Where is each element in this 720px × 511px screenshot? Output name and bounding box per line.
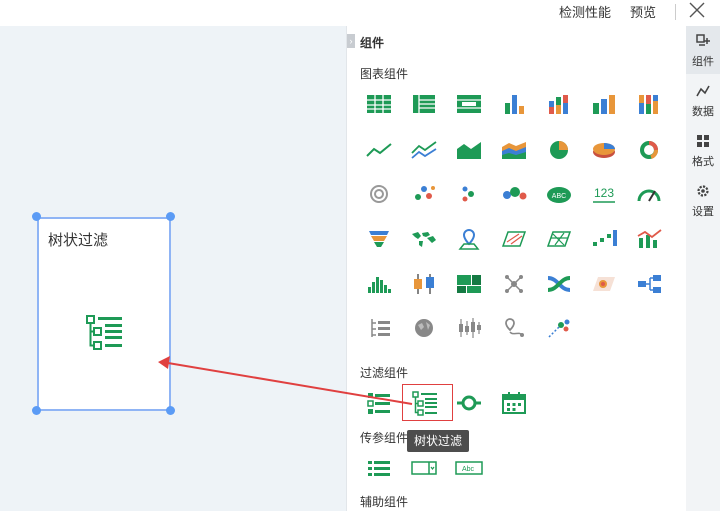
sidebar-item-components[interactable]: 组件 <box>686 26 720 74</box>
globe-icon[interactable] <box>409 313 439 343</box>
3d-bar-icon[interactable] <box>589 89 619 119</box>
sidebar-item-settings[interactable]: 设置 <box>686 176 720 224</box>
sidebar-item-label: 设置 <box>692 206 714 218</box>
tooltip: 树状过滤 <box>407 430 469 452</box>
heat-point-icon[interactable] <box>589 269 619 299</box>
panel-title: 组件 <box>360 36 385 50</box>
check-performance-button[interactable]: 检测性能 <box>559 2 611 21</box>
sidebar-item-format[interactable]: 格式 <box>686 126 720 174</box>
scatter-map-icon[interactable] <box>544 313 574 343</box>
svg-text:ABC: ABC <box>552 193 566 200</box>
resize-handle[interactable] <box>32 406 41 415</box>
top-bar: 检测性能 预览 <box>0 0 720 26</box>
treemap-icon[interactable] <box>454 269 484 299</box>
hierarchy-icon[interactable] <box>634 269 664 299</box>
donut-chart-icon[interactable] <box>634 135 664 165</box>
percent-bar-icon[interactable] <box>634 89 664 119</box>
bubble-chart-icon[interactable] <box>499 179 529 209</box>
chart-section-title: 图表组件 <box>360 67 409 81</box>
location-trail-icon[interactable] <box>499 313 529 343</box>
cross-table-icon[interactable] <box>409 89 439 119</box>
gauge-icon[interactable] <box>634 179 664 209</box>
scatter-icon[interactable] <box>409 179 439 209</box>
3d-pie-icon[interactable] <box>589 135 619 165</box>
combo-chart-icon[interactable] <box>634 224 664 254</box>
multi-line-icon[interactable] <box>409 135 439 165</box>
component-panel: › 组件 图表组件 ABC 123 过滤组件 树状过滤 传参组件 Abc 辅助组… <box>346 26 686 511</box>
date-filter-icon[interactable] <box>499 388 529 418</box>
sidebar-item-label: 格式 <box>692 156 714 168</box>
preview-button[interactable]: 预览 <box>630 2 656 21</box>
number-card-icon[interactable]: 123 <box>589 179 619 209</box>
data-icon <box>696 85 710 97</box>
funnel-icon[interactable] <box>364 224 394 254</box>
selected-component-highlight <box>402 384 453 421</box>
right-sidebar: 组件 数据 格式 设置 <box>686 26 720 511</box>
format-icon <box>697 135 709 147</box>
box-plot-icon[interactable] <box>409 269 439 299</box>
aux-section-title: 辅助组件 <box>360 495 409 509</box>
dropdown-select-icon[interactable] <box>409 453 439 483</box>
list-filter-icon[interactable] <box>364 388 394 418</box>
sidebar-item-label: 数据 <box>692 106 714 118</box>
text-input-icon[interactable]: Abc <box>454 453 484 483</box>
close-icon[interactable] <box>688 1 706 19</box>
sankey-icon[interactable] <box>544 269 574 299</box>
area-chart-icon[interactable] <box>454 135 484 165</box>
line-chart-icon[interactable] <box>364 135 394 165</box>
component-icon <box>696 34 710 46</box>
collapse-panel-toggle[interactable]: › <box>347 34 355 48</box>
world-map-icon[interactable] <box>409 224 439 254</box>
tree-filter-widget[interactable]: 树状过滤 <box>37 217 171 411</box>
divider <box>675 4 676 20</box>
stacked-area-icon[interactable] <box>499 135 529 165</box>
resize-handle[interactable] <box>32 212 41 221</box>
radar-icon[interactable] <box>364 179 394 209</box>
scatter-dots-icon[interactable] <box>454 179 484 209</box>
stacked-bar-icon[interactable] <box>544 89 574 119</box>
table-icon[interactable] <box>364 89 394 119</box>
flow-map-icon[interactable] <box>499 224 529 254</box>
param-list-icon[interactable] <box>364 453 394 483</box>
sidebar-item-data[interactable]: 数据 <box>686 76 720 124</box>
widget-title: 树状过滤 <box>48 232 109 249</box>
design-canvas[interactable]: 树状过滤 <box>0 26 346 511</box>
word-cloud-icon[interactable]: ABC <box>544 179 574 209</box>
svg-text:Abc: Abc <box>462 466 475 473</box>
filter-section-title: 过滤组件 <box>360 366 409 380</box>
histogram-icon[interactable] <box>364 269 394 299</box>
network-icon[interactable] <box>499 269 529 299</box>
candlestick-icon[interactable] <box>454 313 484 343</box>
param-section-title: 传参组件 <box>360 431 409 445</box>
resize-handle[interactable] <box>166 406 175 415</box>
tree-list-icon[interactable] <box>364 313 394 343</box>
pie-chart-icon[interactable] <box>544 135 574 165</box>
gear-icon <box>697 185 709 197</box>
group-table-icon[interactable] <box>454 89 484 119</box>
resize-handle[interactable] <box>166 212 175 221</box>
tree-filter-icon <box>86 315 122 350</box>
svg-text:123: 123 <box>594 186 614 200</box>
heat-map-icon[interactable] <box>544 224 574 254</box>
step-chart-icon[interactable] <box>589 224 619 254</box>
range-slider-icon[interactable] <box>454 388 484 418</box>
bar-chart-icon[interactable] <box>499 89 529 119</box>
sidebar-item-label: 组件 <box>692 56 714 68</box>
map-pin-icon[interactable] <box>454 224 484 254</box>
